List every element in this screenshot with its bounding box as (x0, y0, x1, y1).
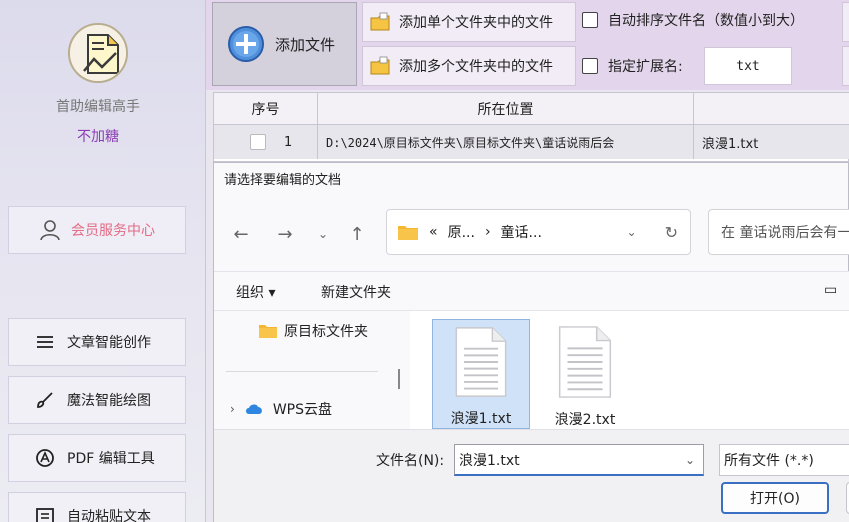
table-row[interactable]: 1 (214, 125, 318, 159)
view-icon[interactable]: ▭ (824, 282, 837, 298)
filename-label: 文件名(N): (376, 453, 445, 469)
auto-sort-checkbox[interactable] (582, 12, 598, 28)
navigation-pane: 原目标文件夹 › WPS云盘 (214, 311, 392, 429)
address-separator: › (484, 224, 491, 240)
nav-auto-paste[interactable]: 自动粘贴文本 (8, 492, 186, 522)
app-subtitle: 不加糖 (77, 129, 119, 145)
toolbar-overflow (842, 2, 849, 42)
extension-input[interactable]: txt (704, 47, 792, 85)
app-name: 首助编辑高手 (56, 99, 140, 115)
file-table: 序号 所在位置 1 D:\2024\原目标文件夹\原目标文件夹\童话说雨后会 浪… (213, 92, 849, 162)
dialog-footer: 文件名(N): 浪漫1.txt ⌄ 所有文件 (*.*) 打开(O) (214, 429, 849, 522)
specify-ext-option[interactable]: 指定扩展名: (582, 46, 683, 86)
nav-item-label: 原目标文件夹 (284, 324, 368, 340)
column-header-index[interactable]: 序号 (214, 93, 318, 125)
back-icon[interactable]: ← (230, 223, 252, 245)
file-item-selected[interactable]: 浪漫1.txt (432, 319, 530, 429)
user-icon (40, 220, 60, 241)
nav-label: 文章智能创作 (67, 335, 151, 351)
folder-add-icon (370, 12, 390, 31)
command-bar: 组织 ▾ 新建文件夹 ▭ (214, 271, 849, 311)
folder-add-icon (370, 56, 390, 75)
nav-divider (226, 371, 378, 372)
address-segment-1[interactable]: 原... (448, 222, 475, 242)
row-checkbox[interactable] (250, 134, 266, 150)
app-logo (68, 23, 128, 83)
address-bar[interactable]: « 原... › 童话... ⌄ ↻ (386, 209, 691, 255)
nav-label: 自动粘贴文本 (67, 509, 151, 522)
folder-icon (259, 325, 277, 338)
nav-pdf-tool[interactable]: PDF 编辑工具 (8, 434, 186, 482)
pane-splitter[interactable] (398, 369, 400, 389)
add-file-button[interactable]: 添加文件 (212, 2, 357, 86)
open-button[interactable]: 打开(O) (721, 482, 829, 514)
text-file-icon (558, 326, 612, 398)
member-center-label: 会员服务中心 (71, 223, 155, 239)
auto-sort-option[interactable]: 自动排序文件名（数值小到大） (582, 0, 804, 40)
row-filename: 浪漫1.txt (694, 125, 849, 159)
file-item[interactable]: 浪漫2.txt (536, 319, 634, 429)
member-center-button[interactable]: 会员服务中心 (8, 206, 186, 254)
specify-ext-label: 指定扩展名: (608, 59, 683, 75)
nav-item-target-folder[interactable]: 原目标文件夹 (258, 321, 368, 341)
specify-ext-checkbox[interactable] (582, 58, 598, 74)
filetype-select[interactable]: 所有文件 (*.*) (719, 444, 849, 476)
expand-chevron-icon[interactable]: › (230, 402, 235, 416)
nav-magic-drawing[interactable]: 魔法智能绘图 (8, 376, 186, 424)
list-icon (37, 336, 53, 348)
new-folder-button[interactable]: 新建文件夹 (321, 282, 391, 302)
add-file-label: 添加文件 (275, 35, 336, 54)
column-header-name[interactable] (694, 93, 849, 125)
up-icon[interactable]: ↑ (346, 223, 368, 245)
nav-label: PDF 编辑工具 (67, 451, 155, 467)
nav-article-creation[interactable]: 文章智能创作 (8, 318, 186, 366)
file-name: 浪漫1.txt (450, 411, 512, 427)
brush-icon (37, 392, 53, 408)
plus-circle-icon (228, 26, 264, 62)
nav-item-label: WPS云盘 (272, 402, 332, 418)
toolbar-overflow (842, 46, 849, 86)
filename-value: 浪漫1.txt (459, 452, 520, 469)
pdf-icon (36, 449, 54, 467)
organize-button[interactable]: 组织 ▾ (236, 282, 275, 302)
add-single-folder-label: 添加单个文件夹中的文件 (399, 15, 553, 31)
filename-input[interactable]: 浪漫1.txt ⌄ (454, 444, 704, 476)
paste-icon (36, 508, 54, 522)
row-path: D:\2024\原目标文件夹\原目标文件夹\童话说雨后会 (318, 125, 694, 159)
text-file-icon (455, 327, 507, 397)
file-name: 浪漫2.txt (554, 412, 616, 428)
address-segment-2[interactable]: 童话... (501, 222, 542, 242)
search-input[interactable]: 在 童话说雨后会有一 (708, 209, 849, 255)
filetype-value: 所有文件 (*.*) (724, 453, 814, 469)
add-single-folder-button[interactable]: 添加单个文件夹中的文件 (362, 2, 576, 42)
file-list: 浪漫1.txt 浪漫2.txt (410, 311, 849, 429)
nav-label: 魔法智能绘图 (67, 393, 151, 409)
file-open-dialog: 请选择要编辑的文档 ← → ⌄ ↑ « 原... › 童话... ⌄ ↻ 在 童… (213, 162, 849, 522)
folder-icon (398, 226, 418, 240)
row-index: 1 (284, 134, 293, 150)
auto-sort-label: 自动排序文件名（数值小到大） (608, 13, 804, 29)
chevron-down-icon[interactable]: ⌄ (685, 453, 695, 467)
cloud-icon (245, 404, 262, 414)
address-prefix: « (429, 224, 438, 240)
add-multi-folder-label: 添加多个文件夹中的文件 (399, 59, 553, 75)
refresh-icon[interactable]: ↻ (665, 223, 678, 242)
address-dropdown-icon[interactable]: ⌄ (627, 225, 637, 239)
add-multi-folder-button[interactable]: 添加多个文件夹中的文件 (362, 46, 576, 86)
recent-dropdown-icon[interactable]: ⌄ (312, 223, 334, 245)
forward-icon[interactable]: → (274, 223, 296, 245)
column-header-location[interactable]: 所在位置 (318, 93, 694, 125)
dialog-title: 请选择要编辑的文档 (224, 173, 342, 188)
nav-item-wps-cloud[interactable]: › WPS云盘 (230, 399, 332, 419)
